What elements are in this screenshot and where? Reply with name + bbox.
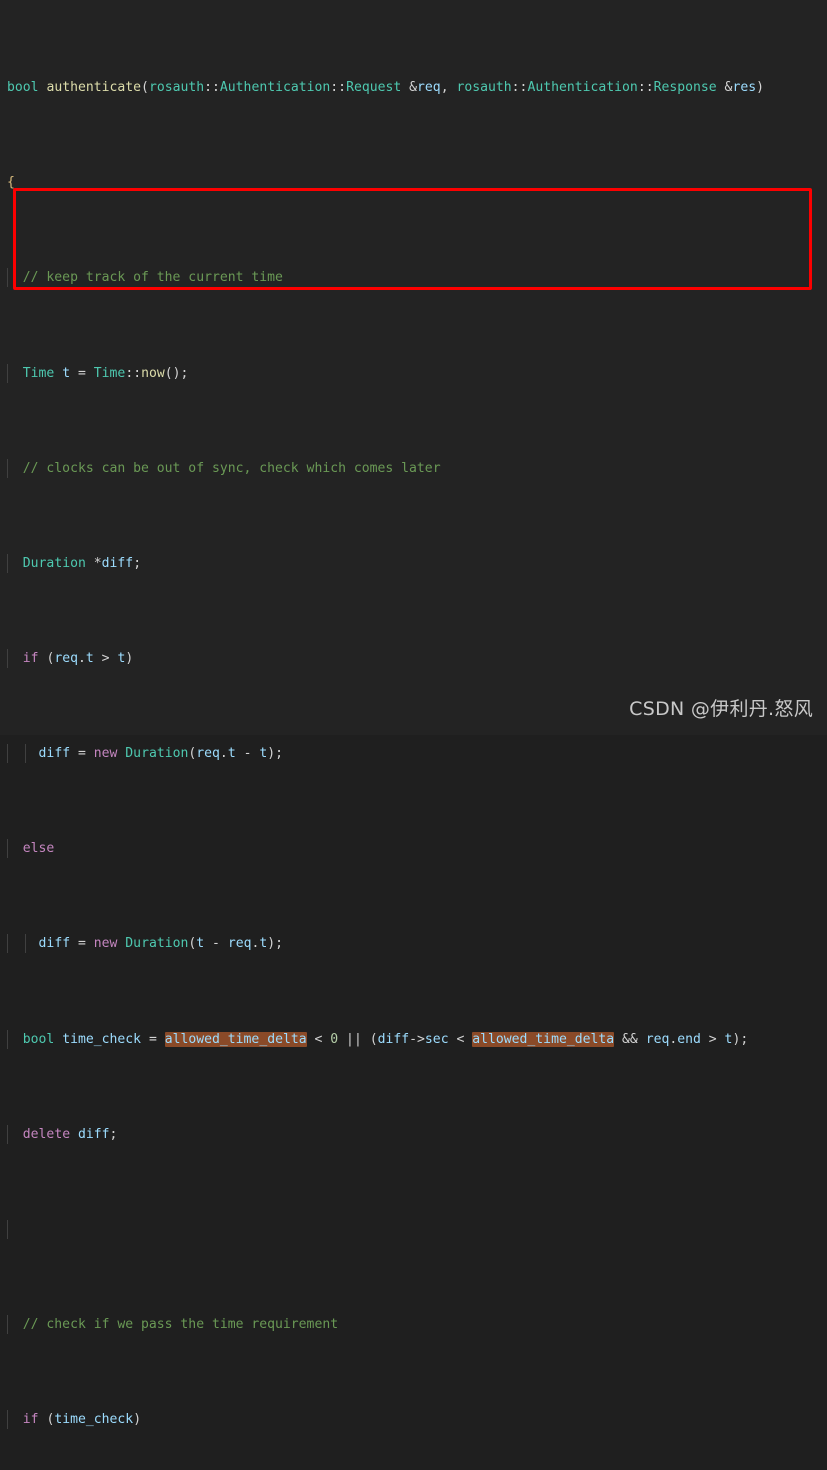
code-line: // check if we pass the time requirement [0,1314,827,1334]
code-line: else [0,839,827,859]
indent-guide [7,363,8,383]
watermark-label: CSDN @伊利丹.怒风 [629,698,813,720]
indent-guide [7,1124,8,1144]
indent-guide [7,648,8,668]
token-comment: // check if we pass the time requirement [7,1316,339,1332]
indent-guide [7,1219,8,1239]
code-line: diff = new Duration(req.t - t); [0,744,827,764]
token-keyword: if [22,1412,39,1428]
token-keyword: delete [22,1126,71,1142]
indent-guide [7,1410,8,1430]
token-brace: { [7,175,15,191]
token-type: bool [7,80,39,96]
indent-guide [7,934,8,954]
indent-guide [7,1314,8,1334]
indent-guide [7,839,8,859]
code-line: { [0,173,827,192]
code-line: if (req.t > t) [0,648,827,668]
code-line: if (time_check) [0,1410,827,1430]
code-line-blank [0,1219,827,1239]
token-keyword: if [22,650,39,666]
search-match-highlight: allowed_time_delta [164,1031,307,1047]
code-line: // keep track of the current time [0,268,827,288]
indent-guide [25,744,26,764]
token-keyword: else [22,841,55,857]
code-line: Time t = Time::now(); [0,363,827,383]
code-line: bool authenticate(rosauth::Authenticatio… [7,80,764,96]
indent-guide [7,1029,8,1049]
token-function: authenticate [46,80,142,96]
code-line: bool time_check = allowed_time_delta < 0… [0,1029,827,1049]
indent-guide [25,934,26,954]
indent-guide [7,268,8,288]
code-line: // clocks can be out of sync, check whic… [0,458,827,478]
code-listing[interactable]: bool authenticate(rosauth::Authenticatio… [0,0,827,1470]
indent-guide [7,744,8,764]
token-comment: // clocks can be out of sync, check whic… [7,460,441,476]
code-line: diff = new Duration(t - req.t); [0,934,827,954]
indent-guide [7,553,8,573]
token-comment: // keep track of the current time [7,270,283,286]
search-match-highlight: allowed_time_delta [472,1031,615,1047]
code-line: Duration *diff; [0,553,827,573]
indent-guide [7,458,8,478]
code-line: delete diff; [0,1124,827,1144]
code-editor-surface[interactable]: bool authenticate(rosauth::Authenticatio… [0,0,827,1430]
